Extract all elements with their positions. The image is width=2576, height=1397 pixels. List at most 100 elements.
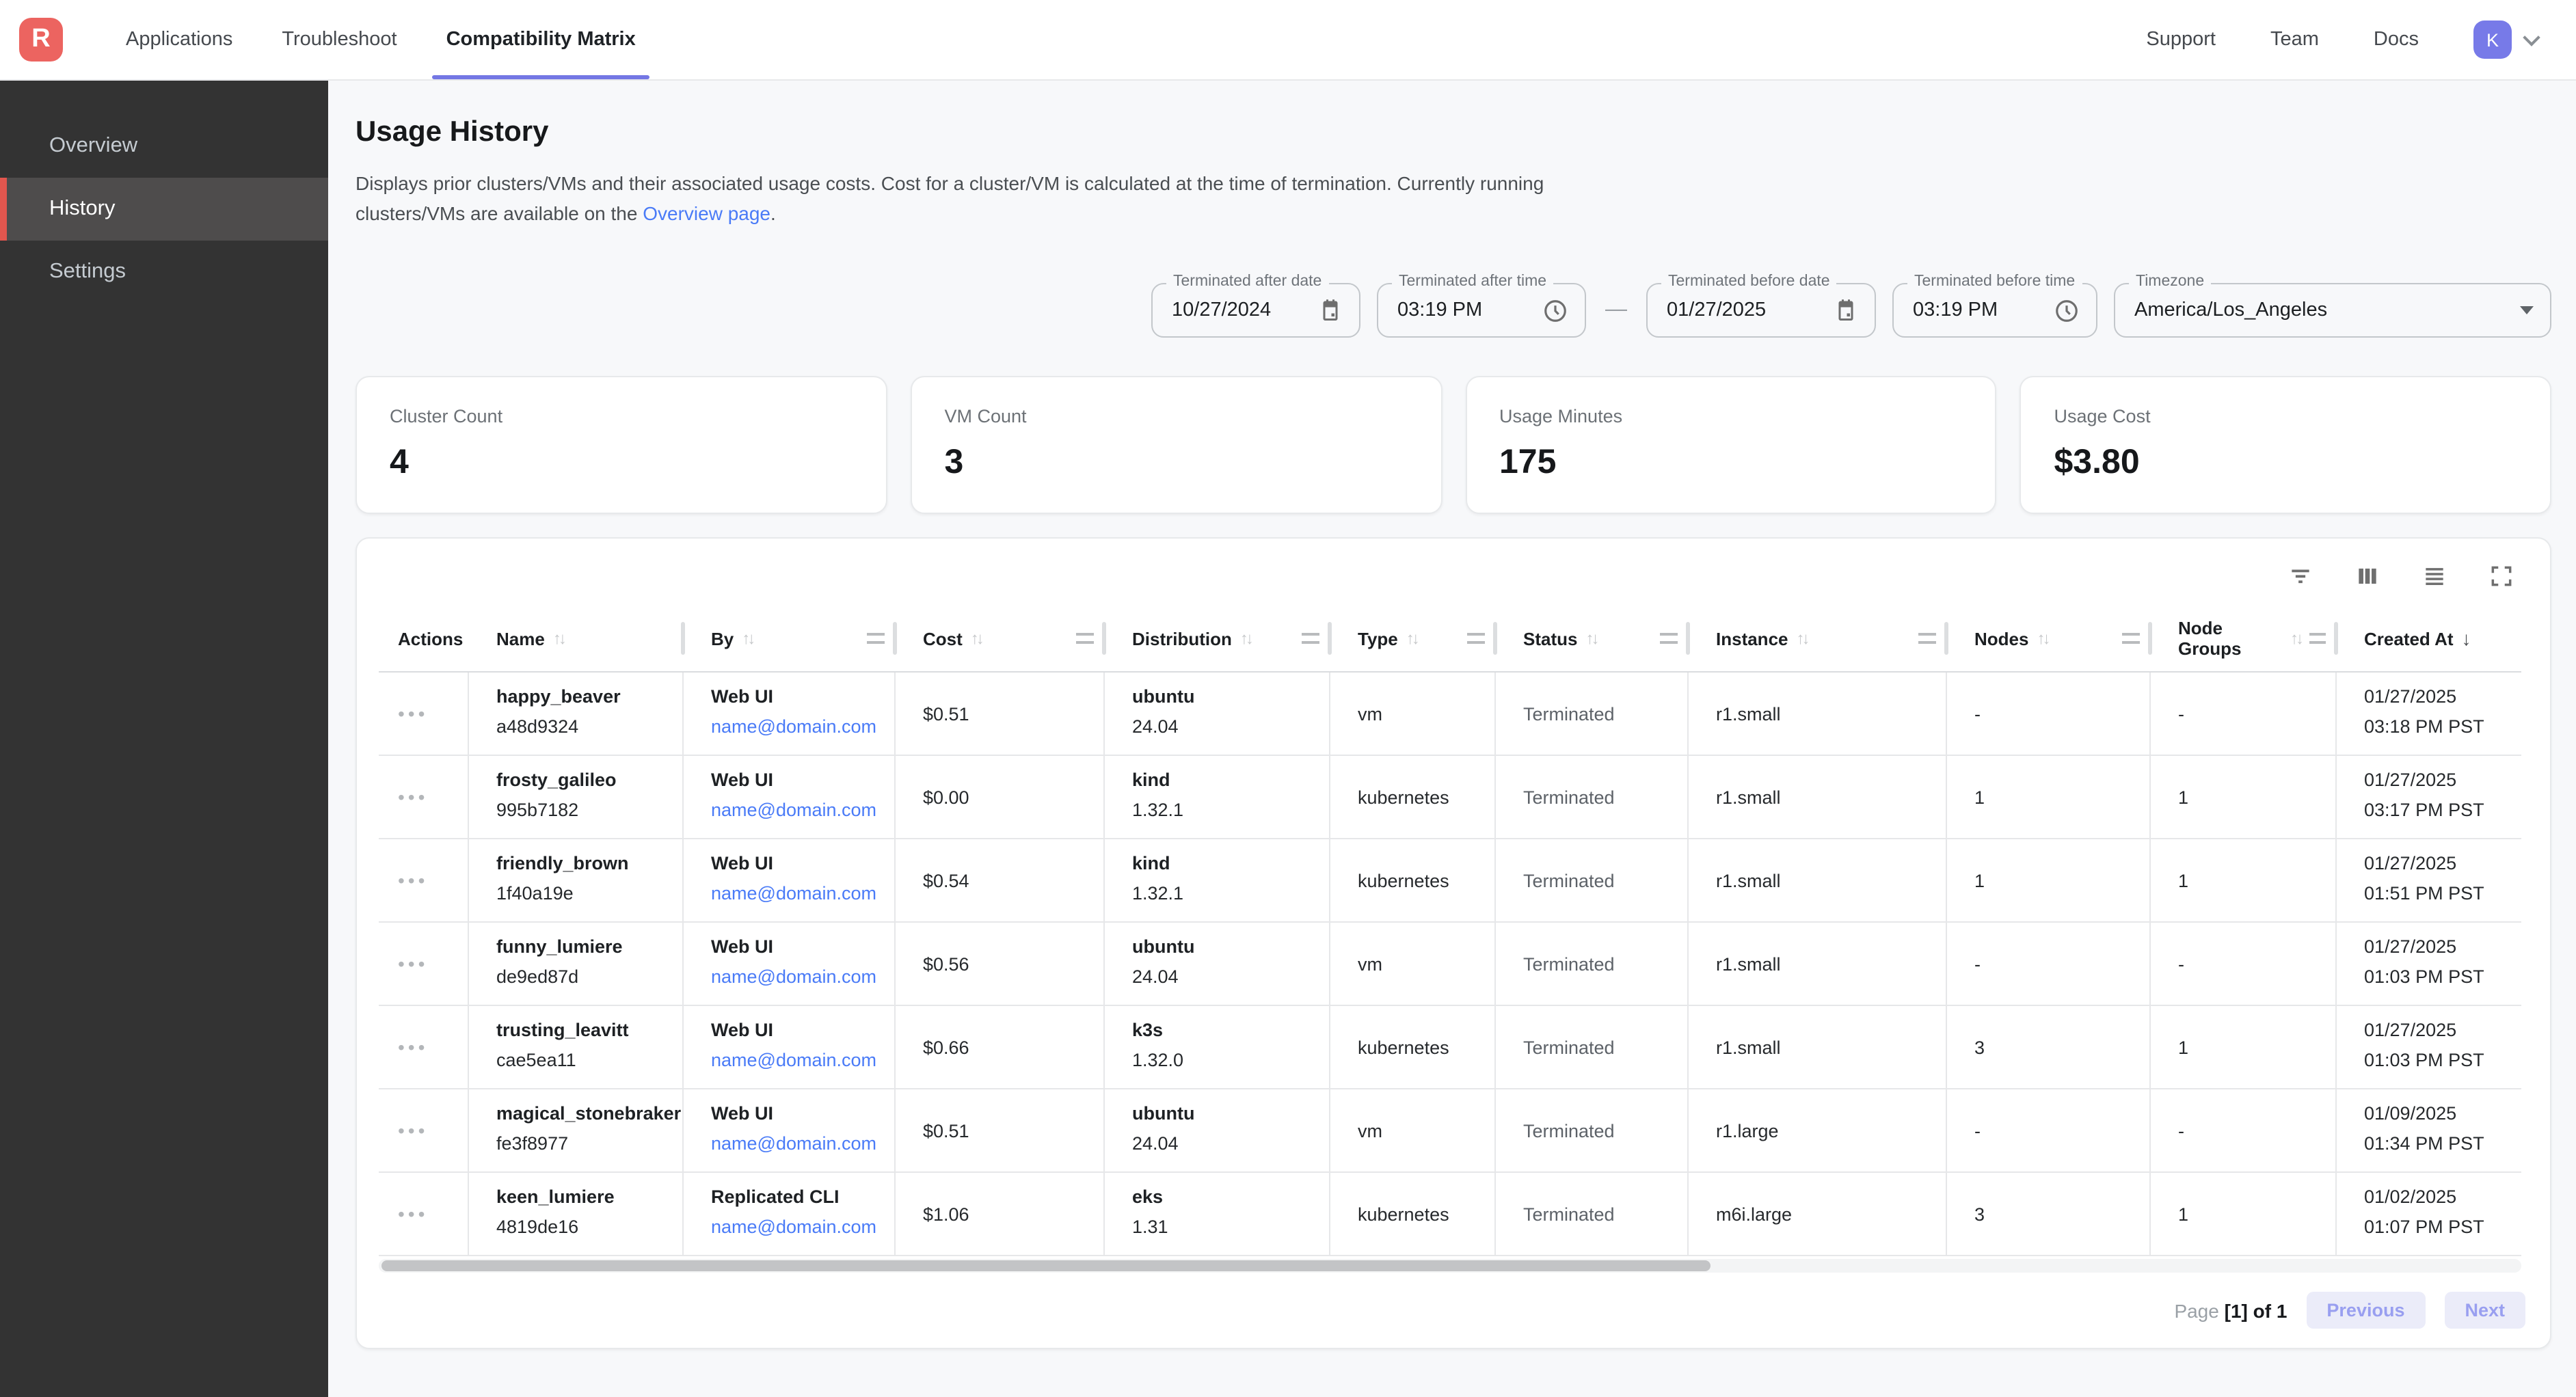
row-actions-menu-icon[interactable]: •••	[398, 869, 428, 891]
cell-actions: •••	[379, 1089, 469, 1171]
column-menu-icon[interactable]	[1076, 633, 1094, 644]
sidebar-item-overview[interactable]: Overview	[0, 115, 328, 178]
created-by-email-link[interactable]: name@domain.com	[711, 966, 883, 987]
sidebar-item-settings[interactable]: Settings	[0, 241, 328, 303]
overview-page-link[interactable]: Overview page	[643, 202, 770, 224]
column-menu-icon[interactable]	[2309, 633, 2326, 644]
created-by-email-link[interactable]: name@domain.com	[711, 1217, 883, 1237]
calendar-icon[interactable]	[1318, 298, 1343, 323]
sidebar-item-history[interactable]: History	[0, 178, 328, 241]
cell-node-groups: 1	[2151, 839, 2337, 921]
avatar[interactable]: K	[2473, 21, 2512, 59]
stat-value: 175	[1499, 443, 1963, 483]
filter-icon[interactable]	[2287, 563, 2313, 589]
fullscreen-icon[interactable]	[2488, 563, 2514, 589]
distribution-version: 1.31	[1132, 1217, 1318, 1237]
terminated-after-date-field[interactable]: Terminated after date 10/27/2024	[1151, 283, 1360, 338]
column-header[interactable]: By ↑↓ ↓	[684, 606, 896, 671]
nav-link-docs[interactable]: Docs	[2374, 29, 2419, 51]
status-value: Terminated	[1523, 1120, 1615, 1141]
nav-link-team[interactable]: Team	[2270, 29, 2319, 51]
tab-applications[interactable]: Applications	[101, 0, 257, 79]
cost-value: $0.00	[923, 787, 969, 807]
column-header-label: Instance	[1716, 628, 1788, 649]
sort-icon[interactable]: ↑↓	[1585, 629, 1596, 648]
tab-compatibility-matrix[interactable]: Compatibility Matrix	[422, 0, 660, 79]
column-header[interactable]: Cost ↑↓ ↓	[896, 606, 1105, 671]
density-icon[interactable]	[2421, 563, 2447, 589]
sort-icon[interactable]: ↑↓	[971, 629, 982, 648]
cell-instance: r1.small	[1689, 673, 1947, 755]
created-date: 01/27/2025	[2364, 770, 2510, 790]
created-by-email-link[interactable]: name@domain.com	[711, 883, 883, 904]
cell-created-at: 01/27/2025 03:17 PM PST	[2337, 756, 2521, 838]
column-menu-icon[interactable]	[2122, 633, 2140, 644]
clock-icon[interactable]	[2054, 297, 2080, 323]
column-header[interactable]: Actions ↑↓ ↓	[379, 606, 469, 671]
nodes-value: 1	[1974, 870, 1985, 891]
column-header[interactable]: Node Groups ↑↓ ↓	[2151, 606, 2337, 671]
column-header[interactable]: Distribution ↑↓ ↓	[1105, 606, 1330, 671]
account-menu[interactable]: K	[2473, 21, 2538, 59]
columns-icon[interactable]	[2354, 563, 2380, 589]
column-menu-icon[interactable]	[1302, 633, 1319, 644]
cost-value: $1.06	[923, 1204, 969, 1224]
next-page-button[interactable]: Next	[2444, 1292, 2525, 1329]
created-by-email-link[interactable]: name@domain.com	[711, 800, 883, 820]
replicated-logo[interactable]: R	[19, 18, 63, 62]
sort-icon[interactable]: ↑↓	[1240, 629, 1251, 648]
column-header[interactable]: Name ↑↓ ↓	[469, 606, 684, 671]
created-by-email-link[interactable]: name@domain.com	[711, 716, 883, 737]
instance-value: m6i.large	[1716, 1204, 1792, 1224]
sort-icon[interactable]: ↑↓	[1406, 629, 1417, 648]
column-header-label: Status	[1523, 628, 1577, 649]
table-row: ••• magical_stonebraker fe3f8977 Web UI …	[379, 1089, 2521, 1173]
row-actions-menu-icon[interactable]: •••	[398, 953, 428, 975]
scrollbar-thumb[interactable]	[381, 1260, 1710, 1271]
column-menu-icon[interactable]	[867, 633, 885, 644]
created-by-email-link[interactable]: name@domain.com	[711, 1050, 883, 1070]
created-by-source: Web UI	[711, 770, 883, 790]
tab-troubleshoot[interactable]: Troubleshoot	[257, 0, 421, 79]
clock-icon[interactable]	[1542, 297, 1568, 323]
cell-distribution: kind 1.32.1	[1105, 839, 1330, 921]
row-actions-menu-icon[interactable]: •••	[398, 1120, 428, 1141]
nav-link-support[interactable]: Support	[2146, 29, 2216, 51]
column-header[interactable]: Created At ↑↓ ↓	[2337, 606, 2521, 671]
sort-icon[interactable]: ↑↓	[553, 629, 564, 648]
column-menu-icon[interactable]	[1467, 633, 1485, 644]
row-actions-menu-icon[interactable]: •••	[398, 1203, 428, 1225]
dropdown-arrow-icon[interactable]	[2520, 306, 2534, 314]
distribution-name: kind	[1132, 853, 1318, 873]
sort-icon[interactable]: ↑↓	[1797, 629, 1808, 648]
table-row: ••• keen_lumiere 4819de16 Replicated CLI…	[379, 1173, 2521, 1256]
cell-distribution: ubuntu 24.04	[1105, 923, 1330, 1005]
terminated-before-date-field[interactable]: Terminated before date 01/27/2025	[1646, 283, 1876, 338]
cell-type: kubernetes	[1330, 1173, 1496, 1255]
timezone-select[interactable]: Timezone America/Los_Angeles	[2114, 283, 2551, 338]
terminated-before-time-field[interactable]: Terminated before time 03:19 PM	[1892, 283, 2097, 338]
sort-icon[interactable]: ↑↓	[742, 629, 753, 648]
sort-desc-icon[interactable]: ↓	[2462, 627, 2471, 649]
cell-nodes: -	[1947, 673, 2151, 755]
row-actions-menu-icon[interactable]: •••	[398, 786, 428, 808]
column-header[interactable]: Status ↑↓ ↓	[1496, 606, 1689, 671]
horizontal-scrollbar[interactable]	[379, 1259, 2521, 1273]
cell-actions: •••	[379, 839, 469, 921]
column-menu-icon[interactable]	[1660, 633, 1678, 644]
row-actions-menu-icon[interactable]: •••	[398, 703, 428, 724]
calendar-icon[interactable]	[1834, 298, 1858, 323]
terminated-after-time-field[interactable]: Terminated after time 03:19 PM	[1377, 283, 1586, 338]
column-header[interactable]: Nodes ↑↓ ↓	[1947, 606, 2151, 671]
created-time: 03:18 PM PST	[2364, 716, 2510, 737]
previous-page-button[interactable]: Previous	[2306, 1292, 2425, 1329]
column-header[interactable]: Instance ↑↓ ↓	[1689, 606, 1947, 671]
column-menu-icon[interactable]	[1918, 633, 1936, 644]
column-header[interactable]: Type ↑↓ ↓	[1330, 606, 1496, 671]
cell-distribution: eks 1.31	[1105, 1173, 1330, 1255]
node-groups-value: 1	[2178, 787, 2188, 807]
sort-icon[interactable]: ↑↓	[2290, 629, 2301, 648]
created-by-email-link[interactable]: name@domain.com	[711, 1133, 883, 1154]
row-actions-menu-icon[interactable]: •••	[398, 1036, 428, 1058]
sort-icon[interactable]: ↑↓	[2037, 629, 2048, 648]
